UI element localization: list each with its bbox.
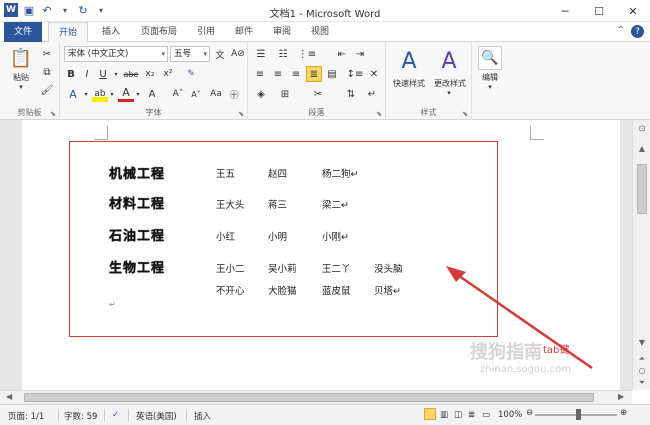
zoom-out-icon[interactable]: ⊖	[526, 408, 533, 418]
vertical-scrollbar[interactable]: ⊡ ▲ ▼ ⏶ ○ ⏷	[632, 120, 650, 390]
page-indicator[interactable]: 页面: 1/1	[8, 410, 44, 422]
scroll-left-icon[interactable]: ◀	[6, 392, 12, 401]
scroll-thumb[interactable]	[637, 164, 647, 214]
next-page-icon[interactable]: ⏷	[637, 378, 647, 388]
status-separator	[58, 409, 59, 421]
zoom-slider-thumb[interactable]	[576, 409, 581, 420]
draft-icon[interactable]: ▭	[482, 410, 490, 420]
status-separator	[186, 409, 187, 421]
scroll-right-icon[interactable]: ▶	[618, 392, 624, 401]
full-screen-icon[interactable]: ▥	[440, 410, 448, 420]
status-separator	[128, 409, 129, 421]
annotation-arrow	[446, 266, 593, 370]
horizontal-scrollbar[interactable]: ◀ ▶	[0, 390, 632, 404]
language-indicator[interactable]: 英语(美国)	[136, 410, 177, 422]
watermark-url: zhinan.sogou.com	[480, 364, 572, 375]
status-bar: 页面: 1/1 字数: 59 ✓ 英语(美国) 插入 ▥ ◫ ≣ ▭ 100% …	[0, 404, 650, 425]
browse-object-icon[interactable]: ○	[637, 366, 647, 375]
proofing-icon[interactable]: ✓	[112, 410, 119, 420]
print-layout-icon[interactable]	[424, 408, 436, 420]
word-count[interactable]: 字数: 59	[64, 410, 97, 422]
watermark: 搜狗指南	[470, 342, 542, 363]
insert-mode[interactable]: 插入	[194, 410, 211, 422]
outline-icon[interactable]: ≣	[468, 410, 475, 420]
zoom-in-icon[interactable]: ⊕	[620, 408, 627, 418]
zoom-level[interactable]: 100%	[498, 410, 522, 420]
hscroll-thumb[interactable]	[24, 393, 594, 402]
ruler-toggle-icon[interactable]: ⊡	[637, 124, 647, 133]
annotation-label: tab键	[543, 345, 570, 356]
status-separator	[104, 409, 105, 421]
prev-page-icon[interactable]: ⏶	[637, 354, 647, 364]
scroll-down-icon[interactable]: ▼	[637, 338, 647, 347]
web-layout-icon[interactable]: ◫	[454, 410, 462, 420]
scroll-up-icon[interactable]: ▲	[637, 144, 647, 153]
